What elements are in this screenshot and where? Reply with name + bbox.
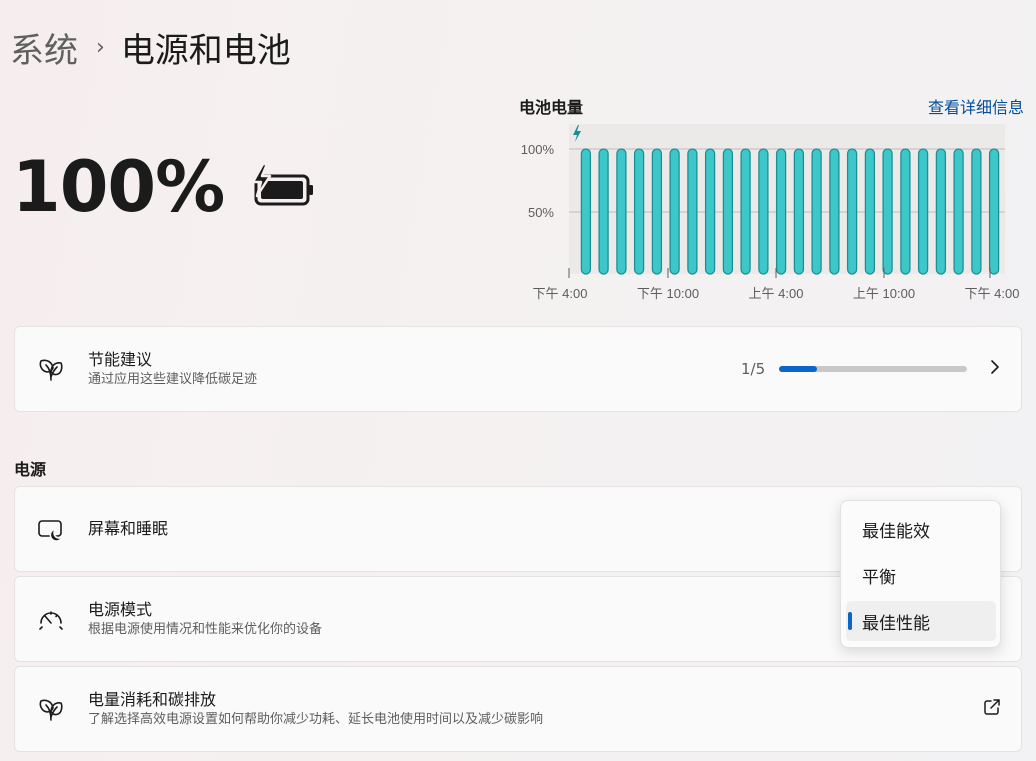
power-mode-subtitle: 根据电源使用情况和性能来优化你的设备 bbox=[88, 622, 323, 637]
chart-bar bbox=[953, 148, 964, 275]
chart-ytick: 50% bbox=[528, 205, 554, 220]
chart-xtick-label: 上午 10:00 bbox=[853, 286, 915, 301]
speedometer-icon bbox=[37, 605, 65, 633]
chart-bar bbox=[758, 148, 769, 275]
leaf-icon bbox=[37, 695, 65, 723]
chart-bar bbox=[687, 148, 698, 275]
battery-level: 100% bbox=[12, 152, 316, 222]
energy-card-subtitle: 通过应用这些建议降低碳足迹 bbox=[88, 372, 258, 387]
power-mode-option-balanced[interactable]: 平衡 bbox=[846, 555, 996, 595]
chart-bar bbox=[740, 148, 751, 275]
carbon-card-subtitle: 了解选择高效电源设置如何帮助你减少功耗、延长电池使用时间以及减少碳影响 bbox=[88, 712, 544, 727]
chart-xtick-label: 上午 4:00 bbox=[749, 286, 804, 301]
chart-bar bbox=[722, 148, 734, 275]
power-mode-text: 电源模式 根据电源使用情况和性能来优化你的设备 bbox=[88, 599, 322, 639]
chart-bar bbox=[864, 148, 876, 275]
chart-bar bbox=[935, 148, 947, 275]
chart-xtick-label: 下午 4:00 bbox=[965, 286, 1020, 301]
chart-bar bbox=[775, 148, 787, 275]
breadcrumb-separator: › bbox=[96, 34, 105, 60]
selected-indicator bbox=[848, 612, 852, 630]
energy-recommendations-card[interactable]: 节能建议 通过应用这些建议降低碳足迹 1/5 bbox=[14, 326, 1022, 412]
chart-bar bbox=[846, 148, 858, 275]
energy-carbon-card[interactable]: 电量消耗和碳排放 了解选择高效电源设置如何帮助你减少功耗、延长电池使用时间以及减… bbox=[14, 666, 1022, 752]
chart-bar bbox=[633, 148, 645, 275]
carbon-card-title: 电量消耗和碳排放 bbox=[88, 690, 217, 709]
power-mode-title: 电源模式 bbox=[88, 600, 153, 619]
battery-chart-plot: 下午 4:00 下午 10:00 上午 4:00 上午 10:00 下午 4:00 10… bbox=[521, 124, 1020, 301]
section-title-power: 电源 bbox=[14, 460, 47, 479]
leaf-icon bbox=[37, 355, 65, 383]
chevron-right-icon bbox=[989, 359, 1001, 379]
option-label: 平衡 bbox=[862, 567, 896, 588]
page-title: 电源和电池 bbox=[120, 30, 291, 71]
chart-bar bbox=[829, 148, 840, 275]
chart-bar bbox=[882, 148, 893, 275]
chart-bar bbox=[793, 148, 805, 275]
chart-bar bbox=[900, 148, 911, 275]
chart-bar bbox=[580, 148, 592, 275]
chart-xtick-label: 下午 4:00 bbox=[533, 286, 588, 301]
chart-bar bbox=[811, 148, 822, 275]
energy-card-title: 节能建议 bbox=[88, 350, 153, 369]
screen-sleep-text: 屏幕和睡眠 bbox=[88, 518, 168, 540]
battery-chart: 下午 4:00 下午 10:00 上午 4:00 上午 10:00 下午 4:00 10… bbox=[516, 92, 1028, 306]
chart-bar bbox=[598, 148, 609, 275]
chart-bar bbox=[651, 148, 663, 275]
external-link-icon[interactable] bbox=[983, 698, 1001, 720]
recommendation-progress-bar bbox=[779, 366, 967, 372]
chart-bar bbox=[704, 148, 716, 275]
breadcrumb: 系统 › 电源和电池 bbox=[10, 22, 291, 72]
chart-bar bbox=[669, 148, 680, 275]
chart-ytick: 100% bbox=[521, 142, 555, 157]
carbon-card-text: 电量消耗和碳排放 了解选择高效电源设置如何帮助你减少功耗、延长电池使用时间以及减… bbox=[88, 689, 543, 729]
power-mode-option-performance[interactable]: 最佳性能 bbox=[846, 601, 996, 641]
recommendation-count: 1/5 bbox=[741, 360, 766, 378]
option-label: 最佳能效 bbox=[862, 521, 930, 542]
option-label: 最佳性能 bbox=[862, 613, 930, 634]
view-details-link[interactable]: 查看详细信息 bbox=[928, 94, 1024, 118]
chart-xtick-label: 下午 10:00 bbox=[637, 286, 699, 301]
energy-card-text: 节能建议 通过应用这些建议降低碳足迹 bbox=[88, 349, 257, 389]
screen-sleep-icon bbox=[37, 515, 65, 543]
chart-bar bbox=[616, 148, 627, 275]
progress-fill bbox=[779, 366, 817, 372]
chart-bar bbox=[988, 148, 1000, 275]
chart-bar bbox=[971, 148, 982, 275]
battery-percentage: 100% bbox=[12, 146, 225, 228]
power-mode-option-efficiency[interactable]: 最佳能效 bbox=[846, 509, 996, 549]
chart-title: 电池电量 bbox=[519, 98, 584, 117]
chart-bar bbox=[917, 148, 929, 275]
power-mode-dropdown[interactable]: 最佳能效 平衡 最佳性能 bbox=[840, 500, 1001, 648]
breadcrumb-parent[interactable]: 系统 bbox=[10, 23, 78, 72]
battery-charging-icon bbox=[250, 162, 316, 214]
screen-sleep-title: 屏幕和睡眠 bbox=[88, 519, 169, 538]
